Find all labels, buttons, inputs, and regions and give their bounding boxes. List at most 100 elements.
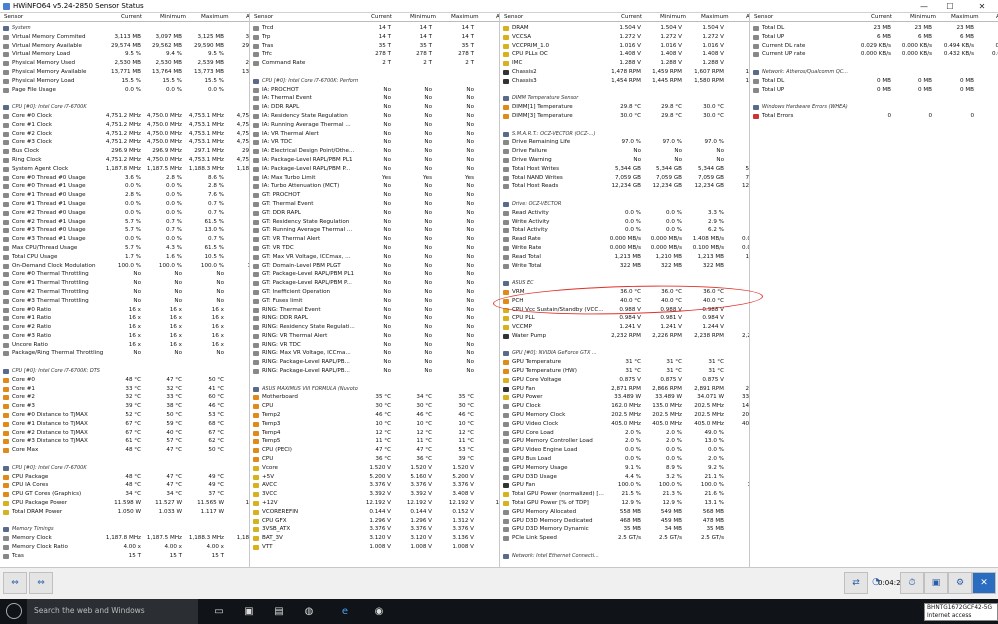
sensor-row[interactable]: Bus Clock 296.9 MHz 296.9 MHz 297.1 MHz 297.… — [0, 147, 249, 156]
header-minimum[interactable]: Minimum — [910, 13, 936, 22]
sensor-group-header[interactable]: Windows Hardware Errors (WHEA) — [750, 103, 998, 112]
sensor-row[interactable]: Core #0 Thread #1 Usage0.0 %0.0 %2.8 %0 — [0, 182, 249, 191]
sensor-row[interactable]: Core #2 Thread #0 Usage0.0 %0.0 %0.7 %0 — [0, 209, 249, 218]
sensor-group-header[interactable]: GPU [#0]: NVIDIA GeForce GTX ... — [500, 349, 749, 358]
sensor-row[interactable]: System Agent Clock 1,187.8 MHz 1,187.5 MHz… — [0, 165, 249, 174]
sensor-row[interactable]: Write Total322 MB322 MB322 MB32 — [500, 262, 749, 271]
sensor-group-header[interactable]: Drive: OCZ-VECTOR — [500, 200, 749, 209]
sensor-group-header[interactable]: ASUS EC — [500, 279, 749, 288]
sensor-row[interactable]: Core #1 Thread #0 Usage2.8 %0.0 %7.6 %2 — [0, 191, 249, 200]
wifi-flyout[interactable]: BHNTG1672GCF42-5G Internet access — [924, 603, 998, 621]
sensor-row[interactable]: BAT_3V3.120 V3.120 V3.136 V3.1 — [250, 534, 499, 543]
sensor-row[interactable]: Command Rate 2 T 2 T 2 T — [250, 59, 499, 68]
sensor-row[interactable]: CPU GT Cores (Graphics) 34 °C 34 °C 37 °C — [0, 490, 249, 499]
sensor-row[interactable]: IA: VR Thermal Alert No No No — [250, 130, 499, 139]
sensor-row[interactable]: RING: VR TDC No No No — [250, 341, 499, 350]
sensor-row[interactable]: Trfc 278 T 278 T 278 T — [250, 50, 499, 59]
sensor-row[interactable]: GT: Domain-Level PBM PLGT No No No — [250, 262, 499, 271]
sensor-row[interactable]: Tras 35 T 35 T 35 T — [250, 42, 499, 51]
sensor-row[interactable]: GPU Memory Usage9.1 %8.9 %9.2 %9 — [500, 464, 749, 473]
sensor-row[interactable]: GPU D3D Memory Dynamic35 MB34 MB35 MB3 — [500, 525, 749, 534]
sensor-row[interactable]: Chassis31,454 RPM1,445 RPM1,580 RPM1,47 — [500, 77, 749, 86]
sensor-row[interactable]: Core #1 Ratio 16 x 16 x 16 x — [0, 314, 249, 323]
sensor-row[interactable]: Drive Remaining Life 97.0 % 97.0 % 97.0 % — [500, 138, 749, 147]
sensor-row[interactable]: Core #3 Thread #1 Usage0.0 %0.0 %0.7 %0 — [0, 235, 249, 244]
sensor-row[interactable]: GT: Inefficient Operation No No No — [250, 288, 499, 297]
sensor-row[interactable]: Page File Usage0.0 %0.0 %0.0 %0 — [0, 86, 249, 95]
sensor-row[interactable]: RING: Package-Level RAPL/PB... No No No — [250, 367, 499, 376]
close-button[interactable]: ✕ — [968, 0, 996, 13]
sensor-row[interactable]: GT: VR TDC No No No — [250, 244, 499, 253]
sensor-row[interactable]: Memory Clock 1,187.8 MHz 1,187.5 MHz 1,188.… — [0, 534, 249, 543]
sensor-row[interactable]: Total Activity0.0 %0.0 %6.2 %0 — [500, 226, 749, 235]
sensor-row[interactable]: Total UP 6 MB 6 MB 6 MB — [750, 33, 998, 42]
sensor-row[interactable]: CPU IA Cores 48 °C 47 °C 49 °C — [0, 481, 249, 490]
sensor-row[interactable]: GPU Fan100.0 %100.0 %100.0 %100 — [500, 481, 749, 490]
sensor-row[interactable]: Virtual Memory Commited 3,113 MB 3,097 MB 3… — [0, 33, 249, 42]
search-box[interactable]: Search the web and Windows — [27, 599, 198, 624]
sensor-group-header[interactable]: CPU [#0]: Intel Core i7-6700K — [0, 103, 249, 112]
sensor-row[interactable]: Core #2 32 °C 33 °C 60 °C — [0, 393, 249, 402]
sensor-row[interactable]: Core #1 Distance to TjMAX 67 °C 59 °C 68 °C — [0, 420, 249, 429]
sensor-group-header[interactable]: DIMM Temperature Sensor — [500, 94, 749, 103]
sensor-row[interactable]: +5V5.200 V5.160 V5.200 V5.1 — [250, 473, 499, 482]
sensor-row[interactable]: Uncore Ratio 16 x 16 x 16 x — [0, 341, 249, 350]
sensor-group-header[interactable]: CPU [#0]: Intel Core i7-6700K — [0, 464, 249, 473]
sensor-row[interactable]: CPU Package Power 11.598 W 11.527 W 11.565 … — [0, 499, 249, 508]
maximize-button[interactable]: ☐ — [940, 0, 960, 13]
sensor-row[interactable]: CPU 36 °C 36 °C 39 °C — [250, 455, 499, 464]
sensor-row[interactable]: Virtual Memory Available 29,574 MB 29,562 … — [0, 42, 249, 51]
minimize-button[interactable]: — — [914, 0, 934, 13]
sensor-row[interactable]: VRM36.0 °C36.0 °C36.0 °C36. — [500, 288, 749, 297]
sensor-row[interactable]: Total Host Reads 12,234 GB 12,234 GB 12,234… — [500, 182, 749, 191]
settings-icon[interactable]: ⚙ — [948, 572, 972, 594]
header-sensor[interactable]: Sensor — [254, 13, 273, 22]
header-minimum[interactable]: Minimum — [410, 13, 436, 22]
sensor-row[interactable]: IA: Package-Level RAPL/PBM P... No No No — [250, 165, 499, 174]
sensor-row[interactable]: RING: VR Thermal Alert No No No — [250, 332, 499, 341]
sensor-row[interactable]: Total DL 23 MB 23 MB 23 MB — [750, 24, 998, 33]
sensor-row[interactable]: Core #3 Thermal Throttling No No No — [0, 297, 249, 306]
sensor-row[interactable]: GT: Package-Level RAPL/PBM PL1 No No No — [250, 270, 499, 279]
sensor-row[interactable]: Chassis21,478 RPM1,459 RPM1,607 RPM1,49 — [500, 68, 749, 77]
sensor-row[interactable]: Current UP rate 0.000 KB/s 0.000 KB/s 0.432… — [750, 50, 998, 59]
sensor-group-header[interactable]: ASUS MAXIMUS VIII FORMULA (Nuvoton NCT67… — [250, 385, 499, 394]
sensor-row[interactable]: CPU GFX1.296 V1.296 V1.312 V1.3 — [250, 517, 499, 526]
sensor-row[interactable]: VCCMP1.241 V1.241 V1.244 V1.2 — [500, 323, 749, 332]
sensor-row[interactable]: GPU Fan2,871 RPM2,866 RPM2,891 RPM2,87 — [500, 385, 749, 394]
sensor-group-header[interactable]: Memory Timings — [0, 525, 249, 534]
sensor-row[interactable]: On-Demand Clock Modulation 100.0 % 100.0 %… — [0, 262, 249, 271]
start-icon[interactable] — [6, 603, 22, 619]
sensor-row[interactable]: Physical Memory Used 2,530 MB 2,530 MB 2,53… — [0, 59, 249, 68]
sensor-row[interactable]: DIMM[1] Temperature 29.8 °C 29.8 °C 30.0 °C… — [500, 103, 749, 112]
sensor-row[interactable]: CPU 30 °C 30 °C 30 °C — [250, 402, 499, 411]
sensor-row[interactable]: Physical Memory Available 13,771 MB 13,764… — [0, 68, 249, 77]
sensor-row[interactable]: Core #0 Ratio 16 x 16 x 16 x — [0, 306, 249, 315]
sensor-group-header[interactable]: S.M.A.R.T.: OCZ-VECTOR (OCZ-...) — [500, 130, 749, 139]
header-current[interactable]: Current — [371, 13, 392, 22]
sensor-row[interactable]: IA: Package-Level RAPL/PBM PL1 No No No — [250, 156, 499, 165]
sensor-row[interactable]: Core #0 Thermal Throttling No No No — [0, 270, 249, 279]
header-current[interactable]: Current — [621, 13, 642, 22]
sensor-row[interactable]: Drive Failure No No No — [500, 147, 749, 156]
sensor-row[interactable]: Core #1 Thread #1 Usage0.0 %0.0 %0.7 %0 — [0, 200, 249, 209]
sensor-row[interactable]: Core #2 Ratio 16 x 16 x 16 x — [0, 323, 249, 332]
sensor-row[interactable]: VCCPRIM_1.01.016 V1.016 V1.016 V1.0 — [500, 42, 749, 51]
sensor-row[interactable]: GT: Max VR Voltage, ICCmax, ... No No No — [250, 253, 499, 262]
sensor-row[interactable]: Core #2 Clock 4,751.2 MHz 4,750.0 MHz 4,753… — [0, 130, 249, 139]
sensor-row[interactable]: GPU Clock 162.0 MHz 135.0 MHz 202.5 MHz 146.… — [500, 402, 749, 411]
sensor-row[interactable]: 3VSB_ATX3.376 V3.376 V3.376 V3.3 — [250, 525, 499, 534]
sensor-group-header[interactable]: CPU [#0]: Intel Core i7-6700K: DTS — [0, 367, 249, 376]
sensor-row[interactable]: Vcore1.520 V1.520 V1.520 V1.5 — [250, 464, 499, 473]
file-explorer-icon[interactable]: ▤ — [270, 603, 288, 620]
sensor-row[interactable]: Read Rate 0.000 MB/s 0.000 MB/s 1.408 MB/s 0… — [500, 235, 749, 244]
sensor-row[interactable]: GT: Residency State Regulation No No No — [250, 218, 499, 227]
sensor-row[interactable]: IA: Electrical Design Point/Othe... No No N… — [250, 147, 499, 156]
sensor-row[interactable]: Temp3 10 °C 10 °C 10 °C — [250, 420, 499, 429]
sensor-row[interactable]: Trcd 14 T 14 T 14 T — [250, 24, 499, 33]
sensor-row[interactable]: Total CPU Usage1.7 %1.6 %10.5 %2 — [0, 253, 249, 262]
header-maximum[interactable]: Maximum — [951, 13, 979, 22]
sensor-row[interactable]: Core #1 33 °C 32 °C 41 °C — [0, 385, 249, 394]
sensor-row[interactable]: Core Max 48 °C 47 °C 50 °C — [0, 446, 249, 455]
sensor-row[interactable]: IA: Max Turbo Limit Yes Yes Yes — [250, 174, 499, 183]
